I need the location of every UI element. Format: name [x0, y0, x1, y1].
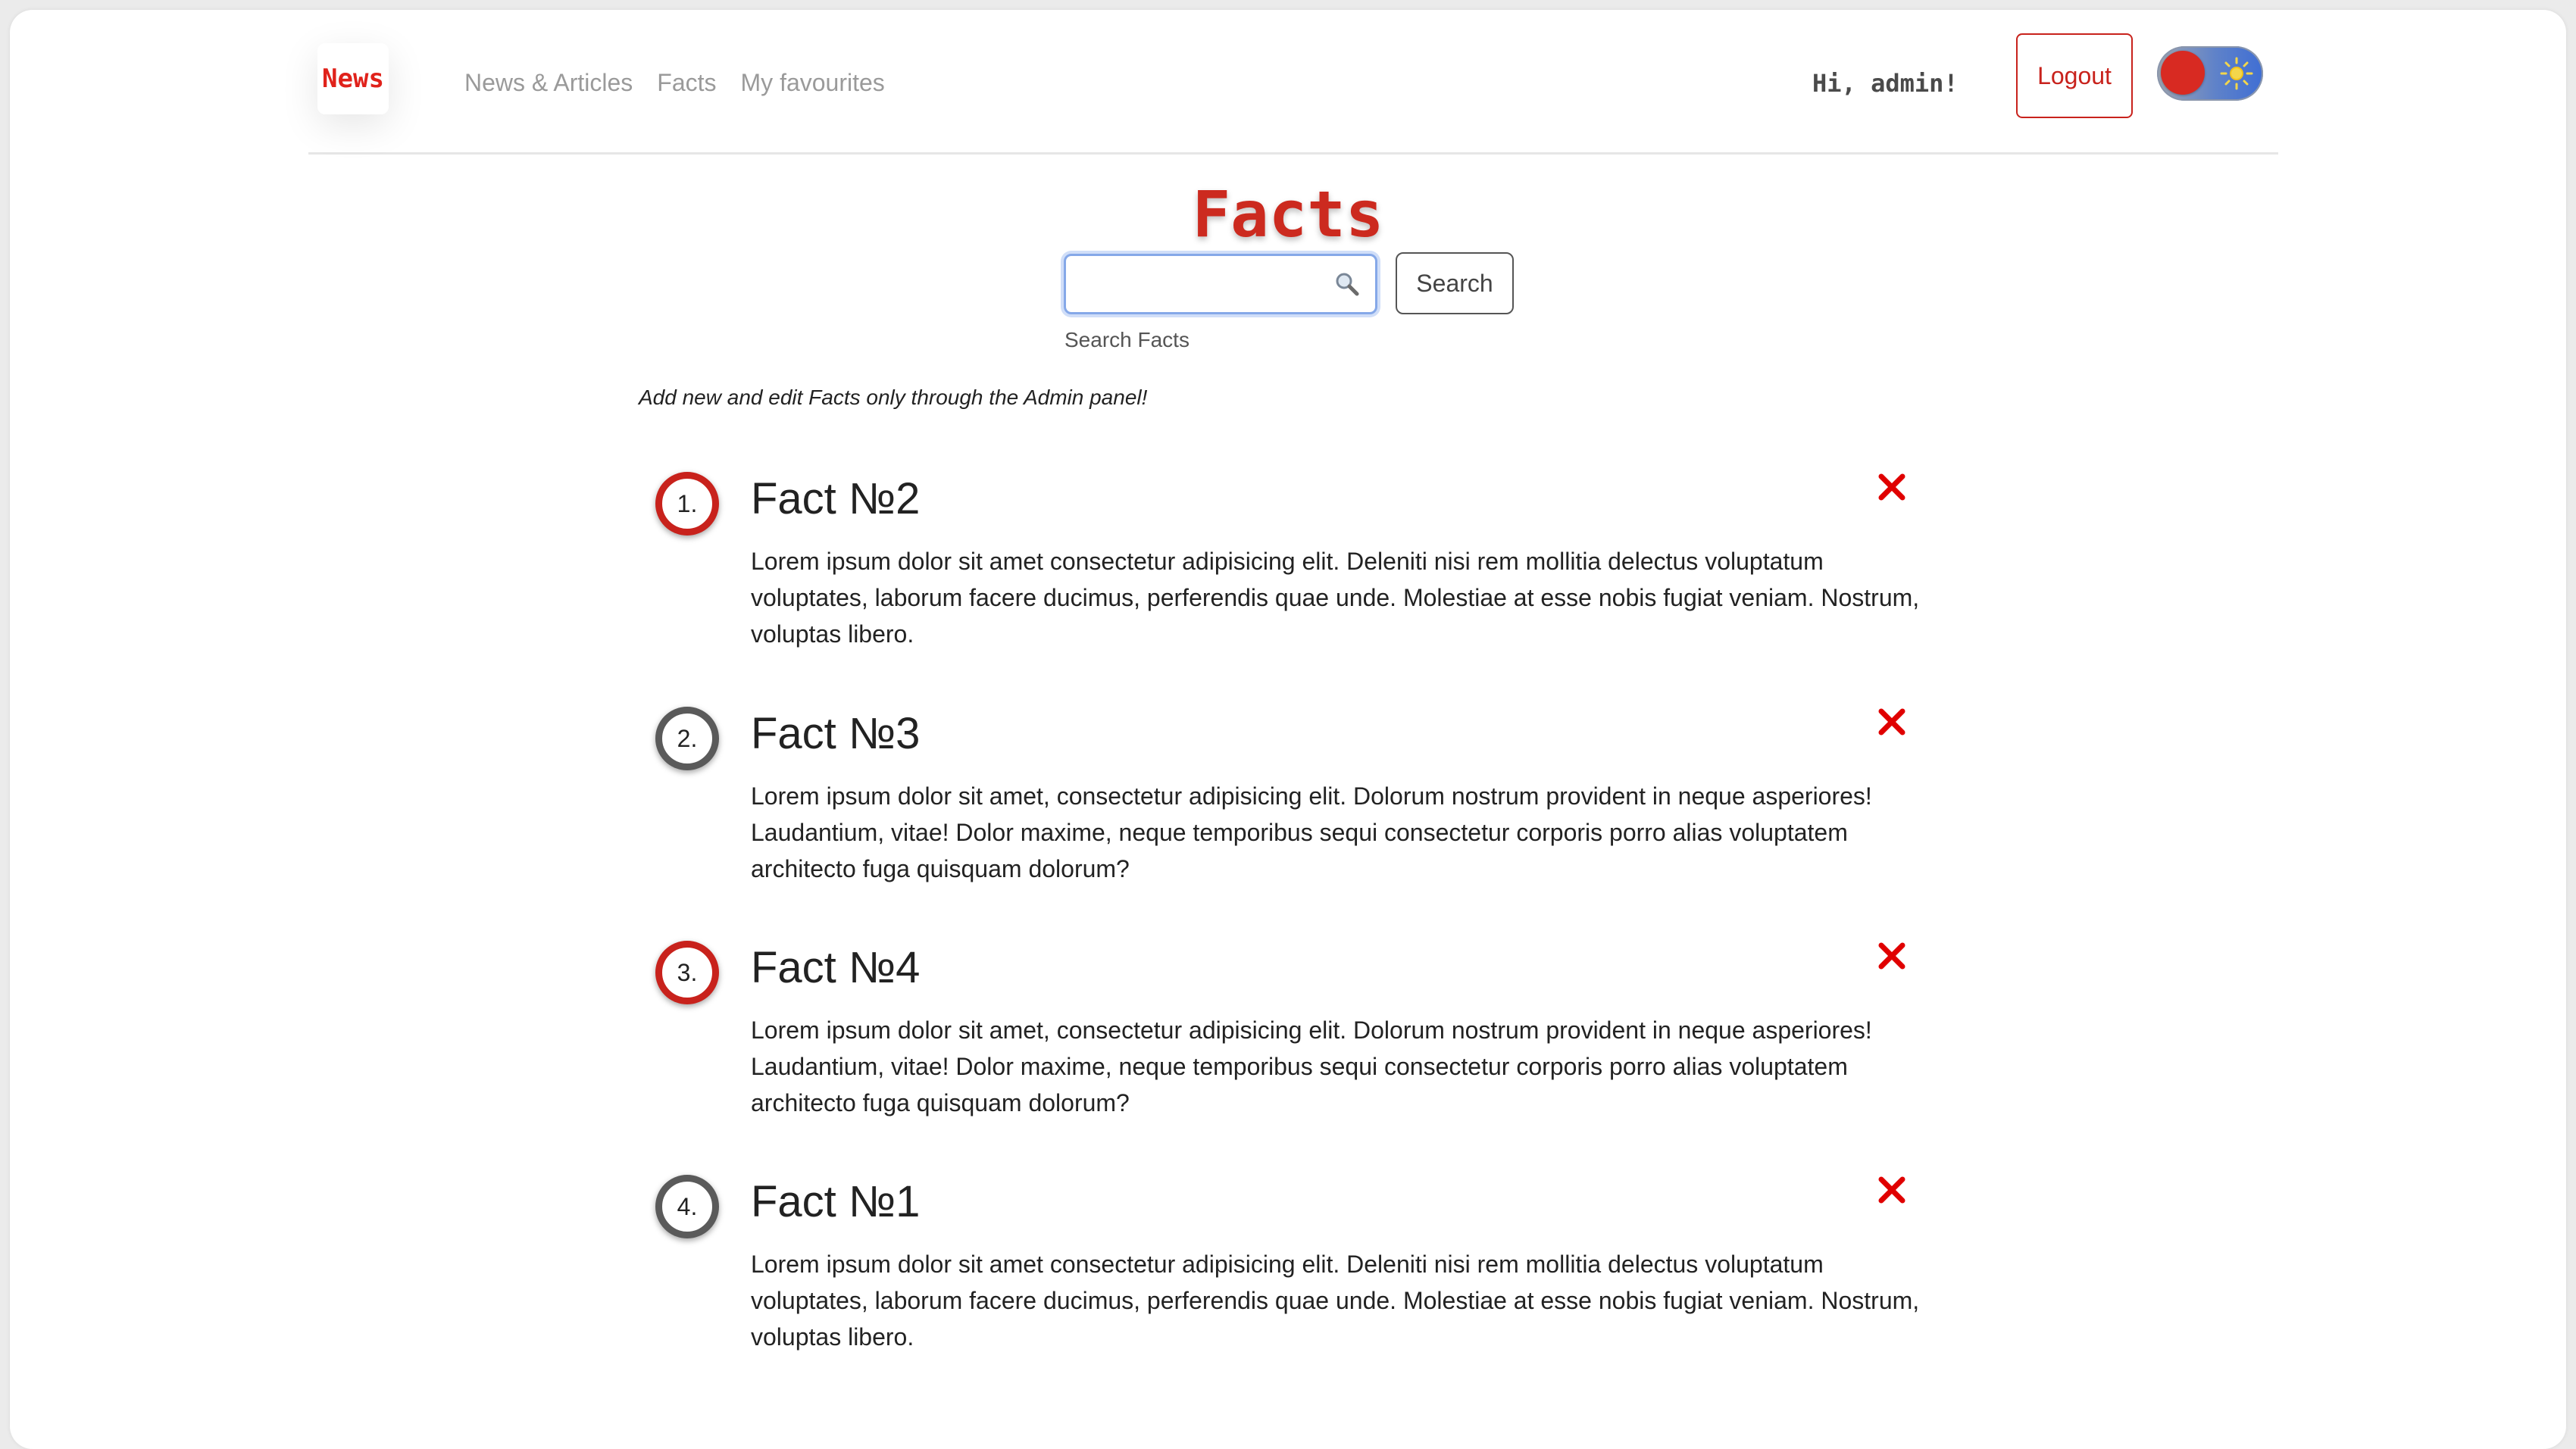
sun-icon: [2220, 57, 2253, 90]
nav-links: News & Articles Facts My favourites: [464, 69, 885, 97]
logout-button[interactable]: Logout: [2016, 33, 2133, 118]
delete-icon[interactable]: [1872, 1170, 1912, 1210]
fact-title: Fact №3: [751, 709, 921, 758]
page: News News & Articles Facts My favourites…: [10, 10, 2566, 1449]
fact-title: Fact №4: [751, 943, 921, 992]
fact-number-badge: 1.: [655, 472, 719, 536]
fact-item: 4. Fact №1 Lorem ipsum dolor sit amet co…: [655, 1175, 1943, 1387]
user-greeting: Hi, admin!: [1812, 69, 1959, 98]
nav-link-facts[interactable]: Facts: [657, 69, 716, 97]
fact-text: Lorem ipsum dolor sit amet, consectetur …: [751, 1016, 1872, 1116]
delete-icon[interactable]: [1872, 936, 1912, 976]
page-title: Facts: [1192, 177, 1384, 251]
delete-icon[interactable]: [1872, 467, 1912, 507]
brand-logo[interactable]: News: [317, 43, 389, 114]
theme-toggle[interactable]: [2157, 46, 2263, 101]
fact-text: Lorem ipsum dolor sit amet, consectetur …: [751, 782, 1872, 882]
search-input[interactable]: [1074, 262, 1319, 308]
search-box: [1064, 254, 1377, 314]
navbar: News News & Articles Facts My favourites…: [308, 10, 2278, 155]
fact-text: Lorem ipsum dolor sit amet consectetur a…: [751, 1251, 1920, 1351]
magnifier-icon: [1336, 273, 1359, 296]
fact-item: 3. Fact №4 Lorem ipsum dolor sit amet, c…: [655, 941, 1943, 1153]
fact-title: Fact №1: [751, 1177, 921, 1226]
toggle-knob: [2161, 51, 2205, 95]
fact-number-badge: 2.: [655, 707, 719, 770]
admin-note: Add new and edit Facts only through the …: [639, 386, 1148, 409]
search-help-text: Search Facts: [1064, 328, 1190, 351]
fact-text: Lorem ipsum dolor sit amet consectetur a…: [751, 548, 1920, 648]
fact-item: 1. Fact №2 Lorem ipsum dolor sit amet co…: [655, 472, 1943, 684]
fact-item: 2. Fact №3 Lorem ipsum dolor sit amet, c…: [655, 707, 1943, 919]
nav-link-news-articles[interactable]: News & Articles: [464, 69, 633, 97]
nav-link-my-favourites[interactable]: My favourites: [741, 69, 885, 97]
fact-title: Fact №2: [751, 474, 921, 523]
delete-icon[interactable]: [1872, 702, 1912, 742]
search-button[interactable]: Search: [1396, 252, 1514, 314]
fact-number-badge: 4.: [655, 1175, 719, 1238]
fact-number-badge: 3.: [655, 941, 719, 1004]
